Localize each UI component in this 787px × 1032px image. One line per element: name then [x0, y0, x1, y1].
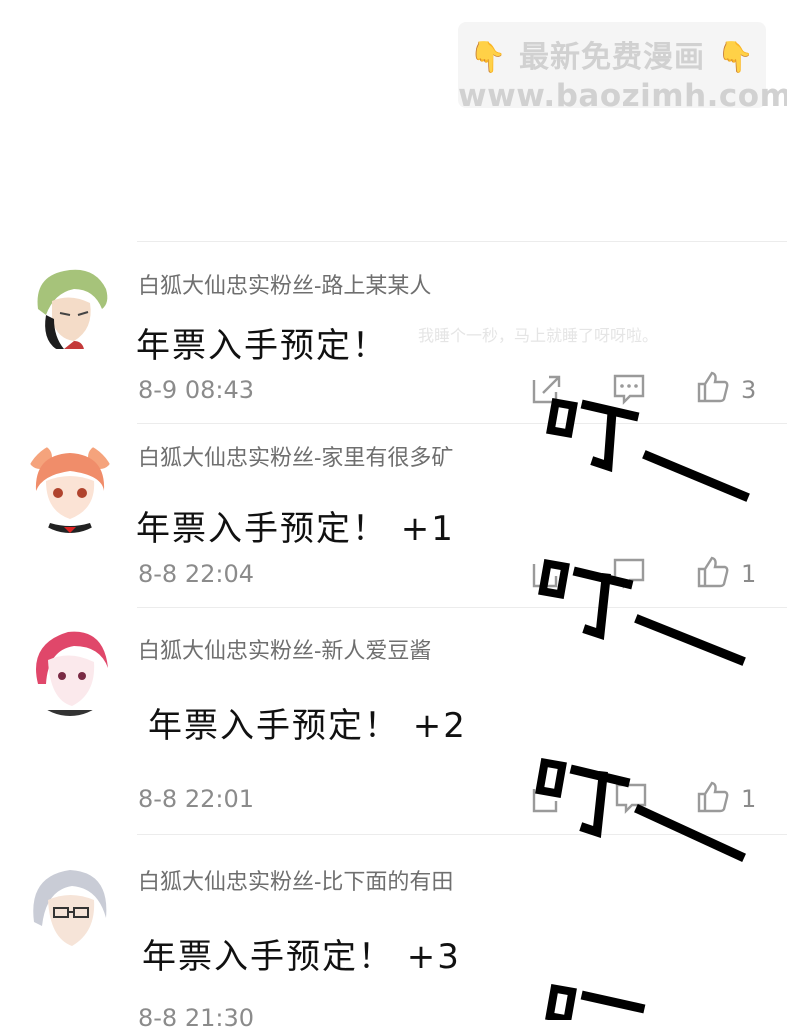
reply-icon[interactable]	[612, 372, 646, 406]
comment-content: 年票入手预定！ +2	[148, 706, 467, 746]
comment-content: 年票入手预定！	[136, 326, 388, 366]
thumbs-up-icon[interactable]	[696, 780, 730, 814]
comment-timestamp: 8-8 22:04	[138, 560, 254, 588]
pointing-down-hand-icon: 👇	[469, 40, 508, 75]
divider	[137, 423, 787, 424]
thumbs-up-icon[interactable]	[696, 370, 730, 404]
like-count: 3	[741, 376, 757, 404]
divider	[137, 834, 787, 835]
watermark-title-text: 最新免费漫画	[519, 40, 705, 75]
watermark-url: www.baozimh.com	[458, 78, 787, 114]
divider	[137, 241, 787, 242]
sound-effect-ding-1	[546, 398, 750, 502]
share-icon[interactable]	[530, 781, 564, 815]
comment-username[interactable]: 白狐大仙忠实粉丝-家里有很多矿	[138, 440, 534, 472]
pointing-down-hand-icon: 👇	[716, 40, 755, 75]
comment-username[interactable]: 白狐大仙忠实粉丝-比下面的有田	[138, 864, 453, 896]
comment-username[interactable]: 白狐大仙忠实粉丝-新人爱豆酱	[138, 633, 431, 665]
share-icon[interactable]	[530, 372, 564, 406]
sound-effect-ding-4	[545, 984, 646, 1020]
reply-icon[interactable]	[612, 556, 646, 590]
comment-timestamp: 8-8 21:30	[138, 1004, 254, 1032]
green-haired-man-avatar[interactable]	[24, 259, 116, 351]
pink-haired-man-avatar[interactable]	[24, 624, 116, 716]
silver-haired-glasses-man-avatar[interactable]	[24, 862, 116, 954]
thumbs-up-icon[interactable]	[696, 555, 730, 589]
watermark-banner: 👇 最新免费漫画 👇 www.baozimh.com	[458, 22, 787, 114]
orange-bun-haired-girl-avatar[interactable]	[24, 441, 116, 533]
comment-content: 年票入手预定！ +3	[142, 937, 461, 977]
like-count: 1	[741, 785, 757, 813]
divider	[137, 607, 787, 608]
like-count: 1	[741, 560, 757, 588]
comment-content: 年票入手预定！ +1	[136, 509, 455, 549]
share-icon[interactable]	[530, 556, 564, 590]
comment-timestamp: 8-9 08:43	[138, 376, 254, 404]
faded-comment-text: 我睡个一秒，马上就睡了呀呀啦。	[418, 326, 659, 345]
reply-icon[interactable]	[614, 781, 648, 815]
comment-timestamp: 8-8 22:01	[138, 785, 254, 813]
comment-username[interactable]: 白狐大仙忠实粉丝-路上某某人	[138, 268, 431, 300]
watermark-title: 👇 最新免费漫画 👇	[458, 32, 766, 76]
